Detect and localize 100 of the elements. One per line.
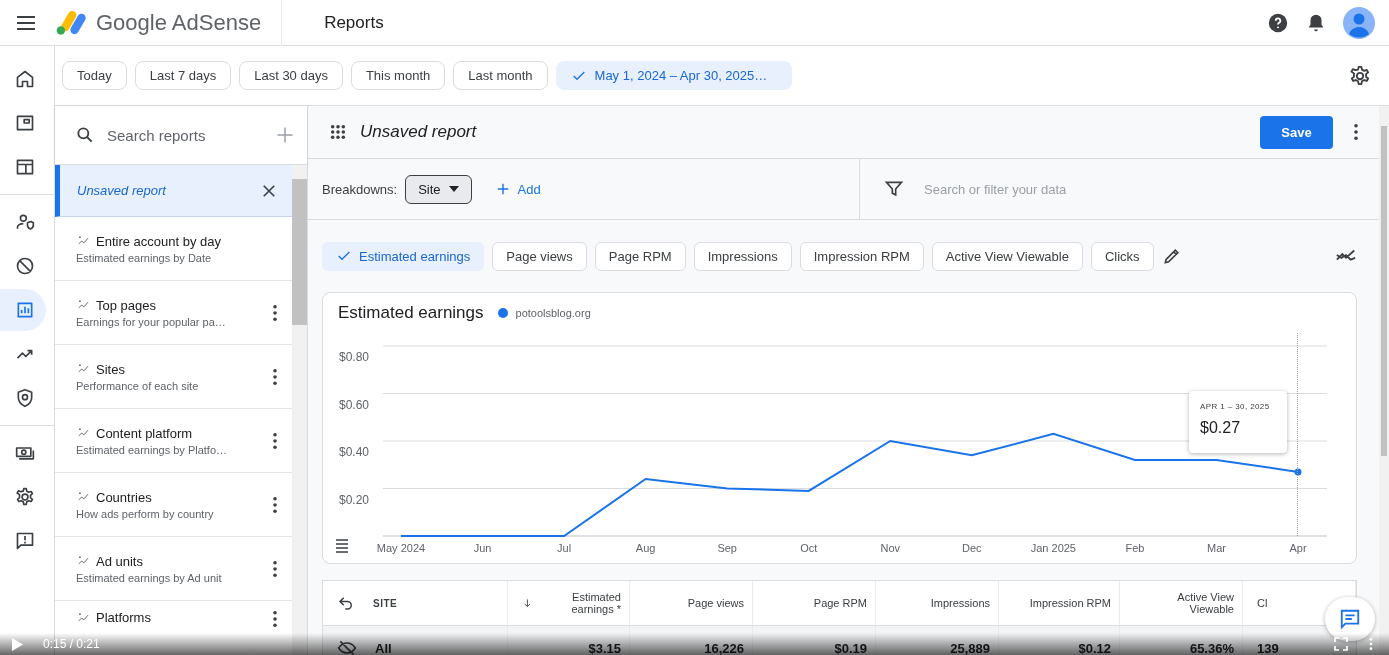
scrollbar-thumb[interactable] xyxy=(292,179,307,325)
settings-icon[interactable] xyxy=(1349,64,1371,87)
table-cell: 65.36% xyxy=(1189,640,1234,655)
report-title-text: Sites xyxy=(96,361,125,377)
hidden-eye-icon[interactable] xyxy=(337,638,357,655)
table-cell: $3.15 xyxy=(588,640,621,655)
settings-icon xyxy=(15,487,35,507)
x-axis-label: May 2024 xyxy=(376,542,426,554)
avatar-icon[interactable] xyxy=(1343,6,1375,39)
column-header[interactable]: Impression RPM xyxy=(1029,597,1111,609)
x-axis-label: Nov xyxy=(880,542,901,554)
x-axis-label: Dec xyxy=(962,542,982,554)
date-range-chip[interactable]: May 1, 2024 – Apr 30, 2025… xyxy=(555,61,793,90)
filter-field[interactable]: Search or filter your data xyxy=(922,180,1226,198)
column-header[interactable]: Cl xyxy=(1257,597,1268,609)
data-point xyxy=(1294,468,1302,476)
column-header[interactable]: SITE xyxy=(373,597,398,609)
x-axis-label: Jan 2025 xyxy=(1030,542,1076,554)
more-icon[interactable] xyxy=(272,495,278,514)
x-axis-label: Jul xyxy=(557,542,572,554)
column-header[interactable]: Estimated earnings * xyxy=(552,591,621,615)
shield-icon xyxy=(15,388,35,408)
undo-icon[interactable] xyxy=(337,594,355,612)
search-icon xyxy=(75,125,95,145)
window-icon xyxy=(15,113,35,133)
y-axis-label: $0.60 xyxy=(339,397,370,412)
report-subtitle: Estimated earnings by Ad unit xyxy=(76,571,223,584)
metric-chip[interactable]: Impression RPM xyxy=(799,241,924,271)
report-title: Unsaved report xyxy=(360,122,477,142)
date-range-chip[interactable]: This month xyxy=(350,61,446,90)
date-range-chip[interactable]: Last 30 days xyxy=(239,61,343,90)
tooltip-date: APR 1 – 30, 2025 xyxy=(1200,402,1271,411)
column-header[interactable]: Impressions xyxy=(930,597,990,609)
more-icon[interactable] xyxy=(272,559,278,578)
tooltip-value: $0.27 xyxy=(1200,419,1242,437)
table-cell: 139 xyxy=(1257,640,1279,655)
x-axis-label: Sep xyxy=(717,542,737,554)
metric-chip[interactable]: Clicks xyxy=(1090,241,1154,271)
pencil-icon[interactable] xyxy=(1161,246,1182,266)
logo-icon xyxy=(56,9,88,36)
table-cell: $0.19 xyxy=(834,640,867,655)
breakdowns-label: Breakdowns: xyxy=(322,181,398,197)
fullscreen-icon[interactable] xyxy=(1333,636,1349,652)
table-cell: $0.12 xyxy=(1078,640,1111,655)
x-axis-label: Mar xyxy=(1207,542,1226,554)
more-icon[interactable] xyxy=(1353,123,1359,141)
page-title: Reports xyxy=(324,12,384,33)
date-range-chip[interactable]: Last 7 days xyxy=(134,61,232,90)
legend-label: potoolsblog.org xyxy=(515,307,591,319)
chat-icon xyxy=(1339,608,1361,630)
block-icon xyxy=(15,256,35,276)
date-range-chip[interactable]: Last month xyxy=(453,61,548,90)
caret-down-icon xyxy=(448,186,459,192)
current-report-item[interactable]: Unsaved report xyxy=(55,165,292,217)
add-breakdown-button[interactable]: Add xyxy=(489,180,547,198)
date-range-chip[interactable]: Today xyxy=(62,61,127,90)
save-button[interactable]: Save xyxy=(1260,115,1333,149)
more-icon[interactable] xyxy=(272,367,278,386)
report-title-text: Top pages xyxy=(96,297,156,313)
report-subtitle: Estimated earnings by Date xyxy=(76,251,213,264)
x-axis-label: Feb xyxy=(1125,542,1145,554)
table-cell: All xyxy=(375,640,392,655)
chart-menu-icon[interactable] xyxy=(335,539,349,553)
column-header[interactable]: Page RPM xyxy=(813,597,867,609)
column-header[interactable]: Page views xyxy=(687,597,744,609)
breakdown-dropdown[interactable]: Site xyxy=(405,174,472,204)
more-icon[interactable] xyxy=(272,303,278,322)
help-icon[interactable] xyxy=(1267,11,1289,34)
metric-chip[interactable]: Page RPM xyxy=(594,241,686,271)
column-header[interactable]: Active View Viewable xyxy=(1134,591,1234,615)
report-title-text: Entire account by day xyxy=(96,233,222,249)
filter-icon[interactable] xyxy=(884,179,904,199)
metric-chip[interactable]: Estimated earnings xyxy=(322,241,485,271)
person-shield-icon xyxy=(15,212,35,232)
grid-icon[interactable] xyxy=(330,124,346,140)
report-subtitle: How ads perform by country xyxy=(76,507,215,520)
layout-icon xyxy=(15,157,35,177)
metric-chip[interactable]: Page views xyxy=(492,241,587,271)
y-axis-label: $0.40 xyxy=(339,445,370,459)
x-axis-label: Jun xyxy=(473,542,492,554)
feedback-icon xyxy=(15,531,35,551)
report-title-text: Platforms xyxy=(96,610,151,625)
play-icon[interactable] xyxy=(12,637,23,651)
more-icon[interactable] xyxy=(272,431,278,450)
home-icon xyxy=(15,69,35,89)
x-axis-label: Apr xyxy=(1289,542,1307,554)
report-title-text: Content platform xyxy=(96,425,193,441)
bar-chart-icon xyxy=(15,300,35,320)
metric-chip[interactable]: Active View Viewable xyxy=(931,241,1083,271)
report-title-text: Ad units xyxy=(96,553,143,569)
product-name: Google AdSense xyxy=(96,9,262,36)
scrollbar-thumb[interactable] xyxy=(1381,126,1387,456)
plus-icon xyxy=(495,182,510,196)
report-title-text: Unsaved report xyxy=(77,183,166,198)
metric-chip[interactable]: Impressions xyxy=(693,241,792,271)
video-time: 0:15 / 0:21 xyxy=(43,637,100,651)
more-icon[interactable] xyxy=(272,610,278,628)
bar-chart-nav-button[interactable] xyxy=(0,289,46,331)
y-axis-label: $0.20 xyxy=(339,492,370,507)
report-list-item[interactable]: Platforms xyxy=(55,601,292,633)
